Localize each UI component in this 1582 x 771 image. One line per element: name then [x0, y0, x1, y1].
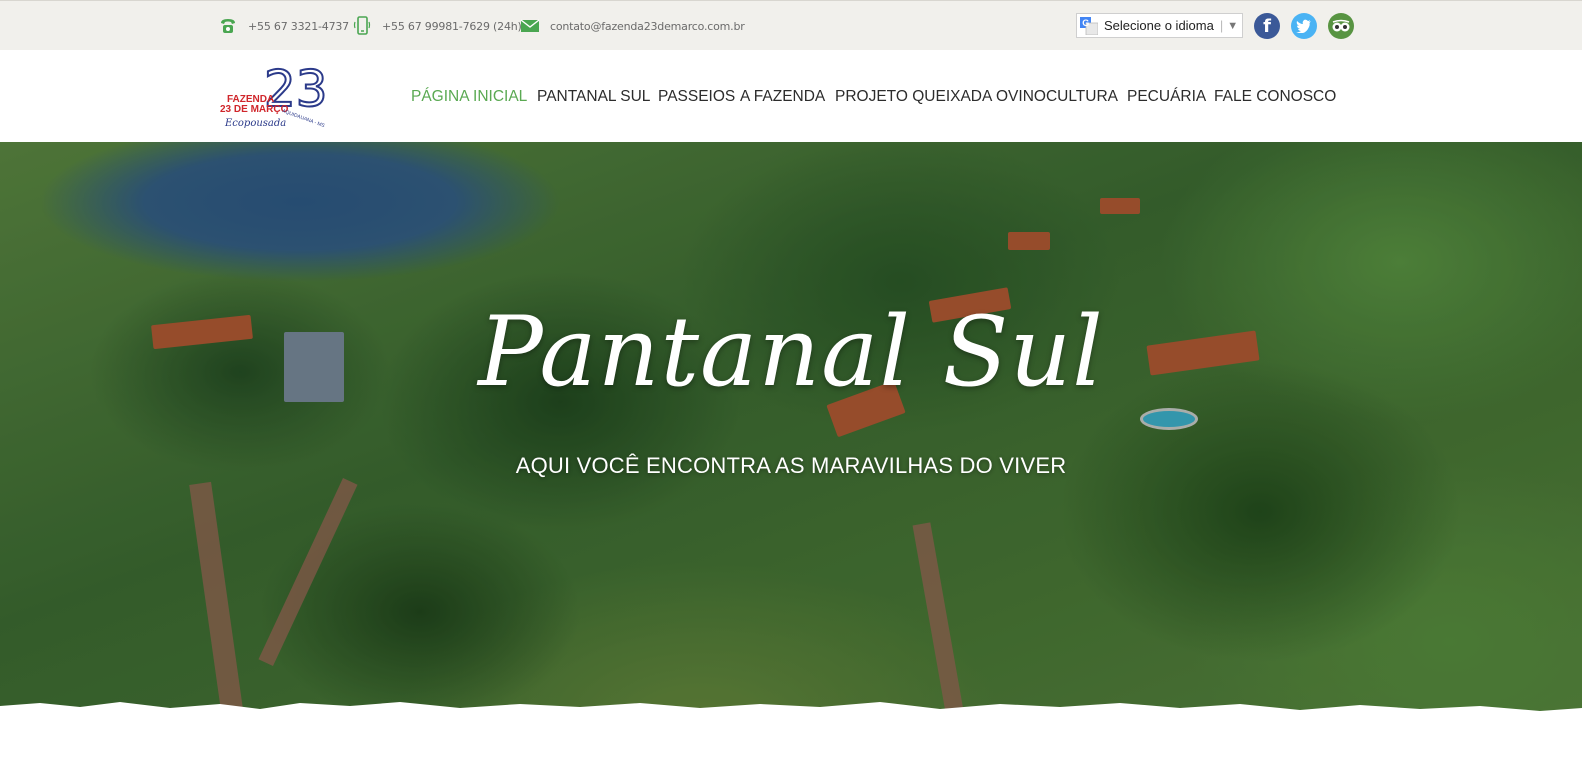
logo-line2: 23 DE MARÇO: [220, 104, 289, 115]
torn-paper-edge: [0, 702, 1582, 771]
nav-item-pantanal-sul[interactable]: PANTANAL SUL: [537, 86, 650, 108]
nav-item-fale-conosco[interactable]: FALE CONOSCO: [1214, 86, 1336, 108]
twitter-icon[interactable]: [1291, 13, 1317, 39]
nav-item-a-fazenda[interactable]: A FAZENDA: [740, 86, 825, 108]
email-address: contato@fazenda23demarco.com.br: [550, 19, 745, 33]
nav-item-pecuaria[interactable]: PECUÁRIA: [1127, 86, 1206, 108]
facebook-icon[interactable]: f: [1254, 13, 1280, 39]
language-label: Selecione o idioma: [1104, 18, 1214, 33]
phone-icon: [218, 16, 238, 36]
tripadvisor-icon[interactable]: [1328, 13, 1354, 39]
google-translate-icon: G: [1080, 16, 1099, 35]
svg-text:G: G: [1082, 18, 1089, 28]
top-bar: +55 67 3321-4737 +55 67 99981-7629 (24h)…: [0, 0, 1582, 50]
nav-item-passeios[interactable]: PASSEIOS: [658, 86, 735, 108]
mobile-contact[interactable]: +55 67 99981-7629 (24h): [352, 1, 522, 51]
phone-contact[interactable]: +55 67 3321-4737: [218, 1, 349, 51]
language-select[interactable]: G Selecione o idioma | ▼: [1076, 13, 1243, 38]
nav-item-ovinocultura[interactable]: OVINOCULTURA: [996, 86, 1118, 108]
mobile-icon: [352, 16, 372, 36]
logo-tagline: Ecopousada: [224, 118, 286, 129]
nav-item-projeto-queixada[interactable]: PROJETO QUEIXADA: [835, 86, 992, 108]
hero-title: Pantanal Sul: [478, 296, 1104, 408]
language-separator: |: [1219, 18, 1224, 33]
hero-subtitle: AQUI VOCÊ ENCONTRA AS MARAVILHAS DO VIVE…: [515, 453, 1067, 478]
chevron-down-icon: ▼: [1227, 19, 1239, 32]
phone-number: +55 67 3321-4737: [248, 19, 349, 33]
mobile-number: +55 67 99981-7629 (24h): [382, 19, 522, 33]
nav-item-home[interactable]: PÁGINA INICIAL: [411, 86, 527, 108]
email-contact[interactable]: contato@fazenda23demarco.com.br: [520, 1, 745, 51]
site-logo[interactable]: 23 FAZENDA 23 DE MARÇO Ecopousada AQUIDA…: [220, 59, 330, 132]
email-icon: [520, 16, 540, 36]
